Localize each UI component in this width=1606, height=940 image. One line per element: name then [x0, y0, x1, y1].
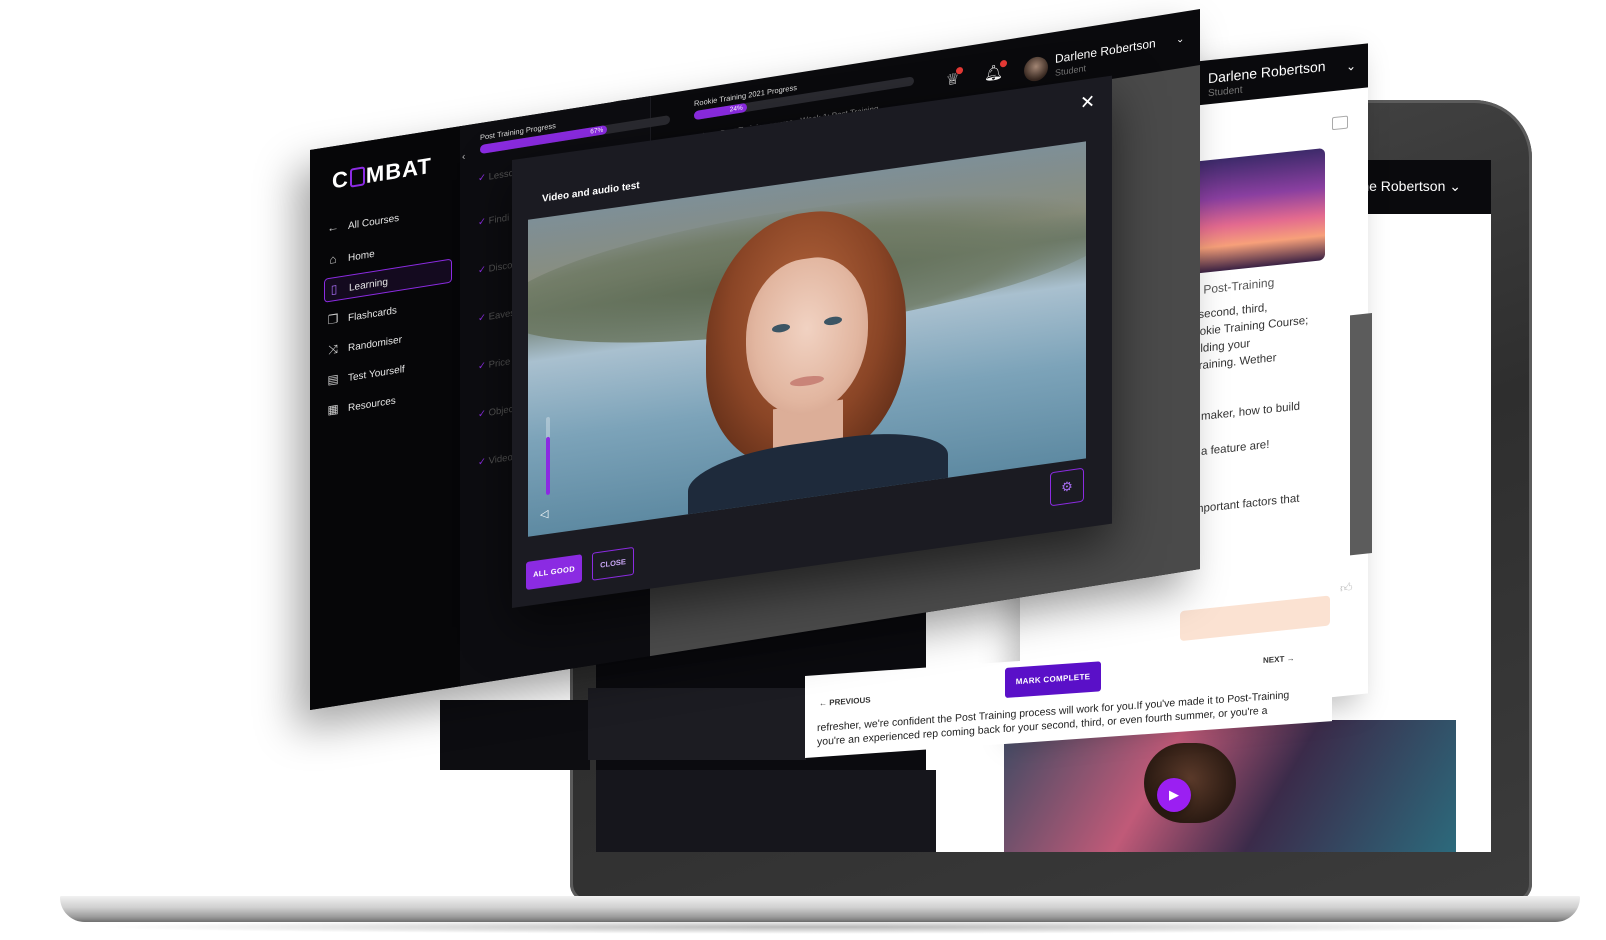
logo-o-mark: [349, 166, 365, 188]
document-icon: ▤: [327, 371, 339, 388]
check-icon: ✓: [478, 311, 489, 325]
previous-label: PREVIOUS: [829, 695, 871, 708]
laptop-user-name[interactable]: ene Robertson ⌄: [1354, 178, 1461, 195]
lesson-title: Findi: [488, 212, 510, 227]
person-eye: [772, 322, 790, 334]
lesson-cover-image: [1190, 147, 1325, 275]
lesson-title: Video: [488, 451, 513, 467]
sidebar-item-label: Learning: [349, 276, 388, 294]
thumbs-up-icon[interactable]: 👍︎: [1340, 580, 1353, 596]
logo-letter: C: [332, 165, 349, 194]
sidebar: C MBAT ← All Courses ⌂ Home ▯ Learning ❐ Flas…: [310, 126, 461, 711]
laptop-shadow: [90, 920, 1550, 934]
volume-slider[interactable]: [546, 416, 550, 496]
lesson-body: ur second, third, Rookie Training Course…: [1185, 291, 1355, 520]
settings-button[interactable]: ⚙: [1050, 467, 1084, 507]
person-lips: [790, 374, 824, 388]
chevron-down-icon[interactable]: ⌄: [1176, 34, 1184, 46]
sidebar-item-label: Flashcards: [348, 305, 397, 324]
laptop-footer-panel: [596, 770, 936, 852]
lesson-title: Objec: [488, 403, 514, 419]
all-good-button[interactable]: ALL GOOD: [526, 554, 582, 591]
lesson-title: Price: [488, 356, 511, 371]
notification-badge: [1000, 59, 1008, 68]
next-label: NEXT: [1263, 654, 1285, 665]
bell-icon[interactable]: 🔔︎: [984, 59, 1008, 83]
avatar[interactable]: [1024, 55, 1048, 83]
lesson-panel-user[interactable]: Darlene Robertson Student: [1208, 58, 1326, 102]
lesson-title: Disco: [488, 259, 513, 275]
chat-icon[interactable]: [1332, 115, 1348, 131]
gear-icon: ⚙: [1061, 478, 1073, 495]
volume-level: [546, 436, 550, 496]
video-thumbnail-face: [1144, 743, 1236, 823]
film-icon: ▦: [327, 401, 339, 418]
camera-preview: ◁: [528, 141, 1086, 537]
speaker-icon[interactable]: ◁: [540, 507, 548, 521]
sidebar-item-label: Resources: [348, 395, 396, 414]
next-button[interactable]: NEXT →: [1263, 654, 1295, 665]
close-button[interactable]: CLOSE: [592, 546, 634, 581]
home-icon: ⌂: [329, 251, 337, 267]
arrow-right-icon: →: [1284, 653, 1295, 664]
check-icon: ✓: [478, 263, 489, 277]
logo-text: MBAT: [365, 152, 432, 189]
notification-badge: [956, 66, 964, 75]
cards-icon: ❐: [327, 311, 339, 328]
video-audio-test-modal: ✕ Video and audio test ◁ ALL GOOD CLOSE …: [512, 75, 1112, 609]
play-button[interactable]: ▶: [1157, 778, 1191, 812]
check-icon: ✓: [478, 359, 489, 373]
previous-button[interactable]: ← PREVIOUS: [819, 695, 871, 708]
arrow-left-icon: ←: [819, 698, 830, 709]
check-icon: ✓: [478, 455, 489, 469]
close-icon[interactable]: ✕: [1080, 91, 1095, 113]
person-eye: [824, 315, 842, 327]
highlight-box: [1180, 595, 1330, 642]
trophy-icon[interactable]: ♕: [946, 66, 964, 89]
sidebar-item-label: Test Yourself: [348, 363, 405, 384]
chevron-down-icon[interactable]: ⌄: [1346, 59, 1356, 74]
arrow-left-icon: ←: [327, 219, 339, 236]
combat-logo[interactable]: C MBAT: [332, 153, 432, 195]
check-icon: ✓: [478, 171, 489, 185]
collapse-chevron-icon[interactable]: ‹: [462, 151, 465, 163]
shuffle-icon: ⤨: [328, 341, 338, 358]
video-edge: [1350, 313, 1372, 556]
laptop-base: [60, 896, 1580, 922]
sidebar-item-label: All Courses: [348, 212, 400, 232]
check-icon: ✓: [478, 407, 489, 421]
mark-complete-button[interactable]: MARK COMPLETE: [1005, 661, 1101, 699]
sidebar-item-label: Randomiser: [348, 334, 402, 354]
sidebar-item-label: Home: [348, 248, 375, 264]
chevron-down-icon: ⌄: [1449, 178, 1461, 194]
modal-title: Video and audio test: [542, 180, 640, 205]
lesson-heading: to Post-Training: [1190, 275, 1275, 299]
book-icon: ▯: [330, 281, 338, 297]
check-icon: ✓: [478, 215, 489, 229]
content-footer: [588, 688, 806, 760]
play-icon: ▶: [1169, 787, 1179, 802]
lessons-footer: [440, 700, 590, 770]
